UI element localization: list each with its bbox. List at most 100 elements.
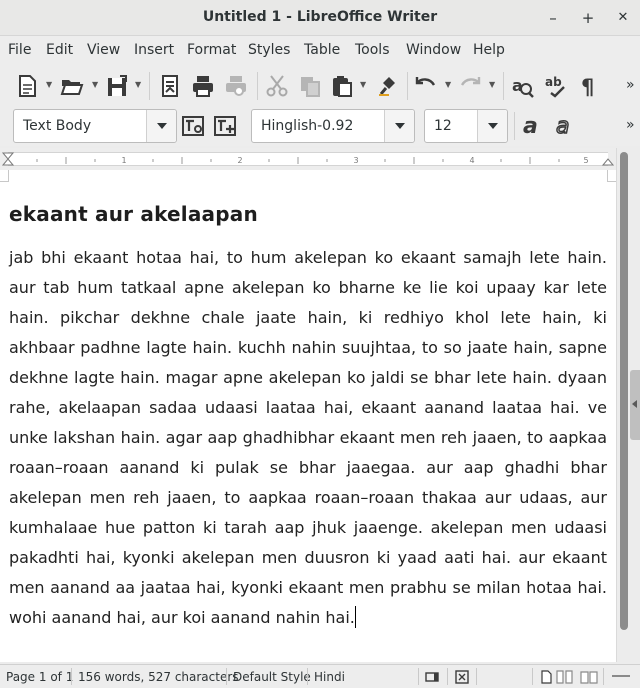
svg-text:ab: ab [545,75,562,89]
clone-formatting-icon[interactable] [376,74,400,98]
language[interactable]: Hindi [314,670,345,684]
document-page[interactable]: ekaant aur akelaapan jab bhi ekaant hota… [0,170,616,662]
menu-table[interactable]: Table [304,42,340,58]
text-boundary-corner [0,170,9,182]
svg-text:a: a [523,114,538,138]
text-boundary-corner [607,170,616,182]
single-page-view-icon[interactable] [540,670,552,684]
book-view-icon[interactable] [580,670,598,684]
italic-icon[interactable]: a [554,114,578,138]
open-dropdown-arrow[interactable]: ▼ [92,80,100,90]
cut-icon[interactable] [265,74,289,98]
new-document-icon[interactable] [15,74,39,98]
redo-icon[interactable] [458,74,482,98]
status-separator [603,668,604,685]
toolbar-separator [514,112,515,140]
ruler-scale: 1 2 3 4 5 [8,152,608,166]
page-indicator[interactable]: Page 1 of 1 [6,670,73,684]
horizontal-ruler[interactable]: 1 2 3 4 5 [0,148,616,170]
menu-insert[interactable]: Insert [134,42,174,58]
font-size-combo[interactable]: 12 [424,109,508,143]
svg-text:3: 3 [353,156,358,165]
text-cursor [354,606,356,628]
svg-text:2: 2 [237,156,242,165]
page-style[interactable]: Default Style [233,670,311,684]
find-replace-icon[interactable]: a [511,74,535,98]
print-preview-icon[interactable] [224,74,248,98]
status-separator [447,668,448,685]
title-bar: Untitled 1 - LibreOffice Writer – + ✕ [0,0,640,36]
status-separator [532,668,533,685]
bold-icon[interactable]: a [521,114,545,138]
new-dropdown-arrow[interactable]: ▼ [46,80,54,90]
sidebar-toggle[interactable] [630,370,640,440]
selection-mode-icon[interactable] [455,670,469,684]
print-icon[interactable] [191,74,215,98]
body-text: jab bhi ekaant hotaa hai, to hum akelepa… [9,248,607,627]
document-heading[interactable]: ekaant aur akelaapan [9,202,258,226]
paragraph-style-combo[interactable]: Text Body [13,109,177,143]
menu-window[interactable]: Window [406,42,461,58]
status-separator [418,668,419,685]
menu-help[interactable]: Help [473,42,505,58]
redo-dropdown-arrow[interactable]: ▼ [489,80,497,90]
svg-text:¶: ¶ [581,75,594,98]
minimize-button[interactable]: – [541,6,565,30]
menu-file[interactable]: File [8,42,31,58]
menu-edit[interactable]: Edit [46,42,73,58]
undo-dropdown-arrow[interactable]: ▼ [445,80,453,90]
menu-bar: File Edit View Insert Format Styles Tabl… [0,36,640,66]
menu-styles[interactable]: Styles [248,42,290,58]
font-name-value: Hinglish-0.92 [261,118,354,134]
update-style-icon[interactable] [181,114,205,138]
save-dropdown-arrow[interactable]: ▼ [135,80,143,90]
document-body[interactable]: jab bhi ekaant hotaa hai, to hum akelepa… [9,243,607,633]
toolbar-overflow-button[interactable]: » [626,77,635,93]
copy-icon[interactable] [298,74,322,98]
toolbar-separator [149,72,150,100]
paragraph-style-value: Text Body [23,118,92,134]
open-icon[interactable] [60,74,84,98]
toolbar-overflow-button[interactable]: » [626,117,635,133]
maximize-button[interactable]: + [576,6,600,30]
zoom-slider[interactable] [612,675,630,677]
status-separator [476,668,477,685]
formatting-toolbar: Text Body Hinglish-0.92 12 a a » [0,106,640,146]
word-count[interactable]: 156 words, 527 characters [78,670,239,684]
formatting-marks-icon[interactable]: ¶ [578,74,602,98]
paste-icon[interactable] [330,74,354,98]
svg-text:a: a [556,114,569,138]
font-size-value: 12 [434,118,452,134]
toolbar-separator [257,72,258,100]
multi-page-view-icon[interactable] [556,670,574,684]
svg-text:5: 5 [583,156,588,165]
paste-dropdown-arrow[interactable]: ▼ [360,80,368,90]
close-button[interactable]: ✕ [611,6,635,30]
status-bar: Page 1 of 1 156 words, 527 characters De… [0,664,640,688]
status-separator [71,668,72,685]
chevron-left-icon [632,400,637,408]
new-style-icon[interactable] [213,114,237,138]
chevron-down-icon[interactable] [477,110,507,142]
export-pdf-icon[interactable] [158,74,182,98]
save-icon[interactable] [106,74,130,98]
chevron-down-icon[interactable] [146,110,176,142]
chevron-down-icon[interactable] [384,110,414,142]
spelling-icon[interactable]: ab [545,74,569,98]
insert-mode-icon[interactable] [425,670,441,684]
toolbar-separator [503,72,504,100]
right-indent-marker-icon[interactable] [602,152,614,166]
menu-view[interactable]: View [87,42,120,58]
indent-marker-icon[interactable] [2,152,14,166]
svg-text:4: 4 [469,156,474,165]
menu-format[interactable]: Format [187,42,236,58]
toolbar-separator [407,72,408,100]
standard-toolbar: ▼ ▼ ▼ ▼ ▼ ▼ a ab ¶ » [0,66,640,106]
status-separator [226,668,227,685]
status-separator [307,668,308,685]
undo-icon[interactable] [414,74,438,98]
svg-text:1: 1 [121,156,126,165]
font-name-combo[interactable]: Hinglish-0.92 [251,109,415,143]
scrollbar-thumb[interactable] [620,152,628,630]
menu-tools[interactable]: Tools [355,42,390,58]
